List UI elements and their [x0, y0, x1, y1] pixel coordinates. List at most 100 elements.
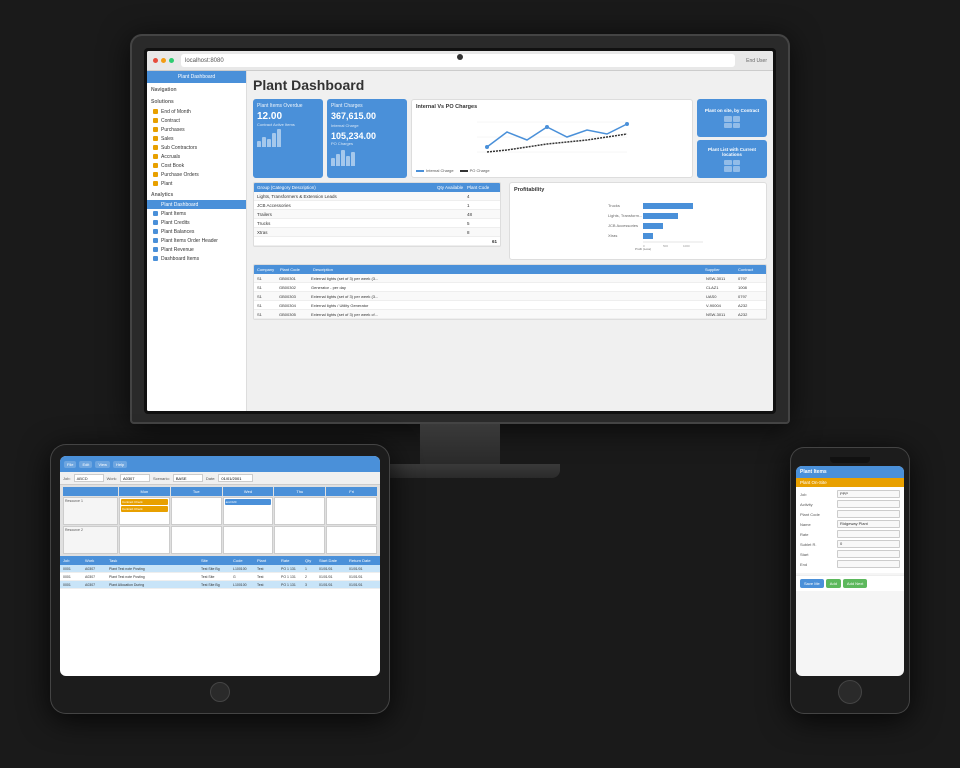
browser-bar: localhost:8080 End User — [147, 51, 773, 71]
form-row-activity: Activity — [800, 500, 900, 508]
cal-cell — [171, 497, 222, 525]
monitor: localhost:8080 End User Plant Dashboard … — [130, 34, 790, 478]
cal-cell: and 020 — [223, 497, 274, 525]
tablet-job-filter[interactable]: ABCD — [74, 474, 104, 482]
form-input-rate[interactable] — [837, 530, 900, 538]
card-charges-value1: 367,615.00 — [331, 111, 403, 121]
monitor-neck — [420, 424, 500, 464]
cal-cell — [274, 526, 325, 554]
sidebar-item-sales[interactable]: Sales — [147, 134, 246, 143]
cal-row-label-1: Resource 1 — [63, 497, 118, 525]
phone-form: Job PPP Activity Plant Code Name Ridgewa… — [796, 487, 904, 573]
form-input-plantcode[interactable] — [837, 510, 900, 518]
tablet-btn-file[interactable]: File — [64, 461, 76, 468]
sidebar-item-plantbalances[interactable]: Plant Balances — [147, 227, 246, 236]
browser-url: localhost:8080 — [181, 54, 735, 67]
tablet-row: 0001 A0307 Plant Allocation During Test … — [60, 581, 380, 589]
sidebar-item-subcontractors[interactable]: Sub Contractors — [147, 143, 246, 152]
form-input-sublet[interactable]: 0 — [837, 540, 900, 548]
sidebar-item-plantitems[interactable]: Plant Items — [147, 209, 246, 218]
cal-event-blue: and 020 — [225, 499, 272, 505]
chart-legend: Internal Charge PO Charge — [416, 168, 688, 173]
sidebar-item-purchases[interactable]: Purchases — [147, 125, 246, 134]
tablet-row: 0001 A0307 Plant Test note Posting Test … — [60, 573, 380, 581]
tablet-scenario-filter[interactable]: BASE — [173, 474, 203, 482]
table-row: Lights, Transformers & Extension Leads4 — [254, 192, 500, 201]
max-dot[interactable] — [169, 58, 174, 63]
monitor-base — [360, 464, 560, 478]
sidebar-item-accruals[interactable]: Accruals — [147, 152, 246, 161]
sidebar-item-plantitemsorder[interactable]: Plant Items Order Header — [147, 236, 246, 245]
card-charges-value2: 105,234.00 — [331, 131, 403, 141]
card-overdue-sub: Contract Active Items — [257, 122, 319, 127]
close-dot[interactable] — [153, 58, 158, 63]
card-charges-title: Plant Charges — [331, 103, 403, 109]
table-total: 61 — [492, 239, 497, 244]
cal-cell — [171, 526, 222, 554]
bottom-table-header: Company Plant Code Description Supplier … — [254, 265, 766, 274]
sidebar-section-analytics: Analytics — [147, 190, 246, 200]
table-total-row: 61 — [254, 237, 500, 246]
sidebar-item-plant[interactable]: Plant — [147, 179, 246, 188]
form-input-activity[interactable] — [837, 500, 900, 508]
sidebar-item-endofmonth[interactable]: End of Month — [147, 107, 246, 116]
cal-header-mon: Mon — [119, 487, 170, 496]
phone-home-button[interactable] — [838, 680, 862, 704]
svg-text:Lights, Transform...: Lights, Transform... — [608, 213, 642, 218]
calendar-body: Resource 1 Contract Check Contract Check… — [63, 497, 377, 554]
cal-header-blank — [63, 487, 118, 496]
nav-label: Navigation — [151, 87, 177, 93]
page-title: Plant Dashboard — [253, 77, 767, 93]
phone-addnext-button[interactable]: Add Next — [843, 579, 867, 588]
sidebar-item-plantcredits[interactable]: Plant Credits — [147, 218, 246, 227]
card-charges: Plant Charges 367,615.00 Internal Charge… — [327, 99, 407, 178]
tablet-btn-help[interactable]: Help — [113, 461, 127, 468]
tablet: File Edit View Help Job: ABCD Work: A030… — [50, 444, 390, 714]
cal-cell — [119, 526, 170, 554]
phone-header: Plant Items — [796, 466, 904, 478]
phone-save-button[interactable]: Save Me — [800, 579, 824, 588]
form-label-plantcode: Plant Code — [800, 512, 835, 517]
tablet-btn-edit[interactable]: Edit — [79, 461, 92, 468]
sidebar-item-plantrevenue[interactable]: Plant Revenue — [147, 245, 246, 254]
tablet-home-button[interactable] — [210, 682, 230, 702]
form-label-rate: Rate — [800, 532, 835, 537]
table-row: S1 GB00303 External lights (set of 3) pe… — [254, 292, 766, 301]
min-dot[interactable] — [161, 58, 166, 63]
tablet-btn-view[interactable]: View — [95, 461, 110, 468]
form-input-end[interactable] — [837, 560, 900, 568]
form-input-start[interactable] — [837, 550, 900, 558]
form-input-name[interactable]: Ridgeway Plant — [837, 520, 900, 528]
sidebar-item-purchaseorders[interactable]: Purchase Orders — [147, 170, 246, 179]
right-cards: Plant on site, by Contract Plant List wi… — [697, 99, 767, 178]
sidebar-item-dashboarditems[interactable]: Dashboard Items — [147, 254, 246, 263]
form-label-activity: Activity — [800, 502, 835, 507]
form-label-end: End — [800, 562, 835, 567]
cal-header-tue: Tue — [171, 487, 222, 496]
form-row-end: End — [800, 560, 900, 568]
legend-po: PO Charge — [470, 168, 490, 173]
form-input-job[interactable]: PPP — [837, 490, 900, 498]
line-chart-svg — [416, 112, 688, 162]
tablet-date-filter[interactable]: 01/01/2001 — [218, 474, 253, 482]
tablet-work-filter[interactable]: A0307 — [120, 474, 150, 482]
sidebar-item-costbook[interactable]: Cost Book — [147, 161, 246, 170]
sidebar: Plant Dashboard Navigation Solutions End… — [147, 71, 247, 411]
url-text: localhost:8080 — [185, 58, 224, 64]
form-label-sublet: Sublet R. — [800, 542, 835, 547]
sidebar-section-solutions: Solutions — [147, 97, 246, 107]
form-row-sublet: Sublet R. 0 — [800, 540, 900, 548]
phone-add-button[interactable]: Add — [826, 579, 841, 588]
chart-title: Internal Vs PO Charges — [416, 104, 688, 110]
tablet-screen: File Edit View Help Job: ABCD Work: A030… — [60, 456, 380, 676]
sidebar-item-contract[interactable]: Contract — [147, 116, 246, 125]
group-table-header: Group (Category Description) Qty Availab… — [254, 183, 500, 192]
form-row-job: Job PPP — [800, 490, 900, 498]
form-label-start: Start — [800, 552, 835, 557]
phone-btn-row: Save Me Add Add Next — [796, 575, 904, 591]
grid-icon-1 — [724, 116, 740, 128]
sidebar-item-plantdashboard[interactable]: Plant Dashboard — [147, 200, 246, 209]
calendar-header-row: Mon Tue Wed Thu Fri — [63, 487, 377, 496]
card-overdue-value: 12.00 — [257, 111, 319, 122]
phone-sub-header: Plant On-Site — [796, 478, 904, 487]
